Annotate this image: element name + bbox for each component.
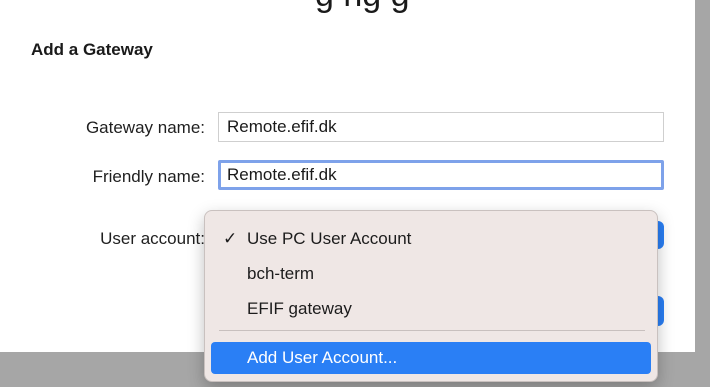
menu-item-efif-gateway[interactable]: EFIF gateway bbox=[211, 293, 651, 325]
menu-item-use-pc-user-account[interactable]: ✓ Use PC User Account bbox=[211, 223, 651, 255]
user-account-menu: ✓ Use PC User Account bch-term EFIF gate… bbox=[204, 210, 658, 382]
gateway-name-label: Gateway name: bbox=[85, 118, 205, 137]
menu-separator bbox=[219, 330, 645, 331]
friendly-name-label: Friendly name: bbox=[92, 167, 205, 186]
menu-item-label: EFIF gateway bbox=[247, 299, 352, 318]
menu-item-label: bch-term bbox=[247, 264, 315, 283]
gateway-name-field[interactable] bbox=[218, 112, 664, 142]
screen: g ng g Add a Gateway Gateway name: Frien… bbox=[0, 0, 710, 387]
menu-item-label: Use PC User Account bbox=[247, 229, 412, 248]
user-account-label: User account: bbox=[100, 229, 205, 248]
sheet-title: Add a Gateway bbox=[31, 40, 153, 59]
menu-item-label: Add User Account... bbox=[247, 348, 398, 367]
clipped-background-text: g ng g bbox=[315, 0, 410, 15]
menu-item-add-user-account[interactable]: Add User Account... bbox=[211, 342, 651, 374]
menu-item-bch-term[interactable]: bch-term bbox=[211, 258, 651, 290]
backdrop-dim-right bbox=[695, 0, 710, 387]
checkmark-icon: ✓ bbox=[223, 229, 238, 248]
friendly-name-field[interactable] bbox=[218, 160, 664, 190]
